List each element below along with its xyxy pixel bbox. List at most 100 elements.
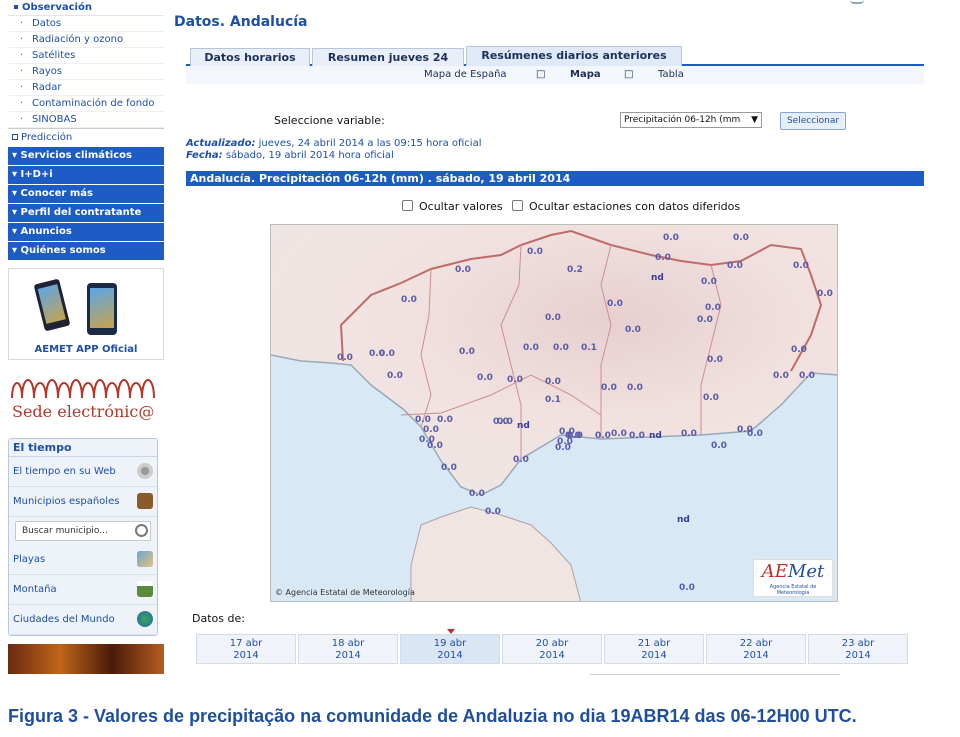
left-sidebar: Observación Datos Radiación y ozono Saté… bbox=[8, 0, 164, 680]
map-value: 0.0 bbox=[485, 507, 501, 517]
nav-servicios-climaticos[interactable]: ▾ Servicios climáticos bbox=[8, 147, 164, 165]
sidebar-item-radar[interactable]: Radar bbox=[8, 80, 164, 96]
aemet-logo-text: AEMet bbox=[761, 561, 825, 582]
tabla-link[interactable]: Tabla bbox=[658, 69, 684, 80]
sidebar-banner-image[interactable] bbox=[8, 644, 164, 674]
aemet-logo: AEMet Agencia Estatal de Meteorología bbox=[753, 559, 833, 597]
map-value: 0.0 bbox=[595, 431, 611, 441]
el-tiempo-title: El tiempo bbox=[9, 439, 157, 457]
day-button[interactable]: 19 abr 2014 bbox=[400, 629, 500, 664]
day-button[interactable]: 18 abr 2014 bbox=[298, 634, 398, 664]
map-value: 0.0 bbox=[705, 303, 721, 313]
mountain-icon bbox=[137, 581, 153, 597]
day-button[interactable]: 17 abr 2014 bbox=[196, 634, 296, 664]
map-value: 0.0 bbox=[513, 455, 529, 465]
municipio-search-input[interactable]: Buscar municipio... bbox=[15, 521, 151, 541]
mapa-link[interactable]: Mapa bbox=[570, 69, 601, 80]
tab-datos-horarios[interactable]: Datos horarios bbox=[190, 48, 310, 66]
sidebar-item-datos[interactable]: Datos bbox=[8, 16, 164, 32]
sidebar-item-prediccion[interactable]: Predicción bbox=[8, 128, 164, 146]
map-value: 0.0 bbox=[469, 489, 485, 499]
ocultar-estaciones-checkbox[interactable]: Ocultar estaciones con datos diferidos bbox=[512, 200, 740, 213]
map-value: 0.0 bbox=[799, 371, 815, 381]
playas-link[interactable]: Playas bbox=[9, 545, 157, 575]
screenshot-frame: Observación Datos Radiación y ozono Saté… bbox=[0, 0, 960, 680]
sidebar-item-satelites[interactable]: Satélites bbox=[8, 48, 164, 64]
day-button[interactable]: 22 abr 2014 bbox=[706, 634, 806, 664]
tab-resumen-jueves[interactable]: Resumen jueves 24 bbox=[312, 48, 464, 66]
seleccionar-button[interactable]: Seleccionar bbox=[780, 112, 846, 130]
variable-select[interactable]: Precipitación 06-12h (mm ▼ bbox=[620, 112, 762, 128]
aemet-app-promo[interactable]: AEMET APP Oficial bbox=[8, 268, 164, 360]
map-value: 0.0 bbox=[337, 353, 353, 363]
map-value: 0.0 bbox=[679, 583, 695, 593]
nav-quienes-somos[interactable]: ▾ Quiénes somos bbox=[8, 242, 164, 260]
day-button[interactable]: 23 abr 2014 bbox=[808, 634, 908, 664]
map-value: 0.0 bbox=[611, 429, 627, 439]
dropdown-arrow-icon: ▼ bbox=[751, 115, 758, 125]
year-label: 2014 bbox=[437, 650, 463, 661]
observacion-header[interactable]: Observación bbox=[8, 0, 164, 16]
app-label: AEMET APP Oficial bbox=[34, 344, 138, 355]
update-info: Actualizado: jueves, 24 abril 2014 a las… bbox=[186, 138, 482, 161]
sede-logo-icon bbox=[11, 379, 155, 399]
figure-caption: Figura 3 - Valores de precipitação na co… bbox=[8, 706, 857, 726]
map-value: 0.0 bbox=[423, 425, 439, 435]
sidebar-item-contaminacion[interactable]: Contaminación de fondo bbox=[8, 96, 164, 112]
search-icon[interactable] bbox=[135, 524, 148, 537]
year-label: 2014 bbox=[845, 650, 871, 661]
sidebar-item-rayos[interactable]: Rayos bbox=[8, 64, 164, 80]
sede-electronica-banner[interactable]: Sede electrónic@ bbox=[8, 368, 164, 430]
year-label: 2014 bbox=[335, 650, 361, 661]
day-button[interactable]: 20 abr 2014 bbox=[502, 634, 602, 664]
separator-icon: □ bbox=[624, 69, 634, 80]
day-selector: 17 abr 2014 18 abr 2014 19 abr 2014 20 abr 2014… bbox=[196, 629, 912, 664]
map-value: 0.0 bbox=[601, 383, 617, 393]
map-value: 0.0 bbox=[507, 375, 523, 385]
map-value: 0.0 bbox=[437, 415, 453, 425]
map-value: 0.0 bbox=[427, 441, 443, 451]
day-label: 22 abr bbox=[739, 638, 773, 649]
gear-icon bbox=[137, 463, 153, 479]
map-value: 0.0 bbox=[441, 463, 457, 473]
sidebar-item-sinobas[interactable]: SINOBAS bbox=[8, 112, 164, 128]
map-value: 0.0 bbox=[607, 299, 623, 309]
ciudades-mundo-link[interactable]: Ciudades del Mundo bbox=[9, 605, 157, 635]
tiempo-en-su-web-link[interactable]: El tiempo en su Web bbox=[9, 457, 157, 487]
map-value: 0.0 bbox=[553, 343, 569, 353]
map-value: 0.0 bbox=[703, 393, 719, 403]
scroll-indicator-icon bbox=[850, 0, 864, 4]
map-value: 0.0 bbox=[455, 265, 471, 275]
nav-anuncios[interactable]: ▾ Anuncios bbox=[8, 223, 164, 241]
map-value: 0.0 bbox=[523, 343, 539, 353]
day-label: 18 abr bbox=[331, 638, 365, 649]
ocultar-valores-checkbox[interactable]: Ocultar valores bbox=[402, 200, 503, 213]
checkbox-icon[interactable] bbox=[512, 200, 523, 211]
map-value: 0.0 bbox=[707, 355, 723, 365]
municipios-link[interactable]: Municipios españoles bbox=[9, 487, 157, 517]
beach-icon bbox=[137, 551, 153, 567]
montana-link[interactable]: Montaña bbox=[9, 575, 157, 605]
tab-resumenes-diarios[interactable]: Resúmenes diarios anteriores bbox=[466, 46, 682, 66]
map-value: 0.0 bbox=[711, 441, 727, 451]
cropped-controls bbox=[590, 674, 840, 680]
mapa-espana-link[interactable]: Mapa de España bbox=[424, 69, 507, 80]
map-value: 0.0 bbox=[629, 431, 645, 441]
nav-conocer-mas[interactable]: ▾ Conocer más bbox=[8, 185, 164, 203]
map-value: 0.0 bbox=[727, 261, 743, 271]
year-label: 2014 bbox=[233, 650, 259, 661]
map-value: 0.0 bbox=[733, 233, 749, 243]
phone-icon bbox=[33, 278, 71, 332]
nav-idi[interactable]: ▾ I+D+i bbox=[8, 166, 164, 184]
nav-perfil-contratante[interactable]: ▾ Perfil del contratante bbox=[8, 204, 164, 222]
map-value: 0.0 bbox=[557, 437, 573, 447]
map-value: 0.0 bbox=[793, 261, 809, 271]
checkbox-icon[interactable] bbox=[402, 200, 413, 211]
precipitation-map[interactable]: 0.0 0.0 0.0 0.0 0.0 0.2 nd 0.0 0.0 0.0 0… bbox=[270, 224, 838, 602]
map-value: 0.0 bbox=[773, 371, 789, 381]
year-label: 2014 bbox=[743, 650, 769, 661]
day-button[interactable]: 21 abr 2014 bbox=[604, 634, 704, 664]
map-value: 0.0 bbox=[545, 313, 561, 323]
sidebar-item-radiacion[interactable]: Radiación y ozono bbox=[8, 32, 164, 48]
day-label: 19 abr bbox=[433, 638, 467, 649]
